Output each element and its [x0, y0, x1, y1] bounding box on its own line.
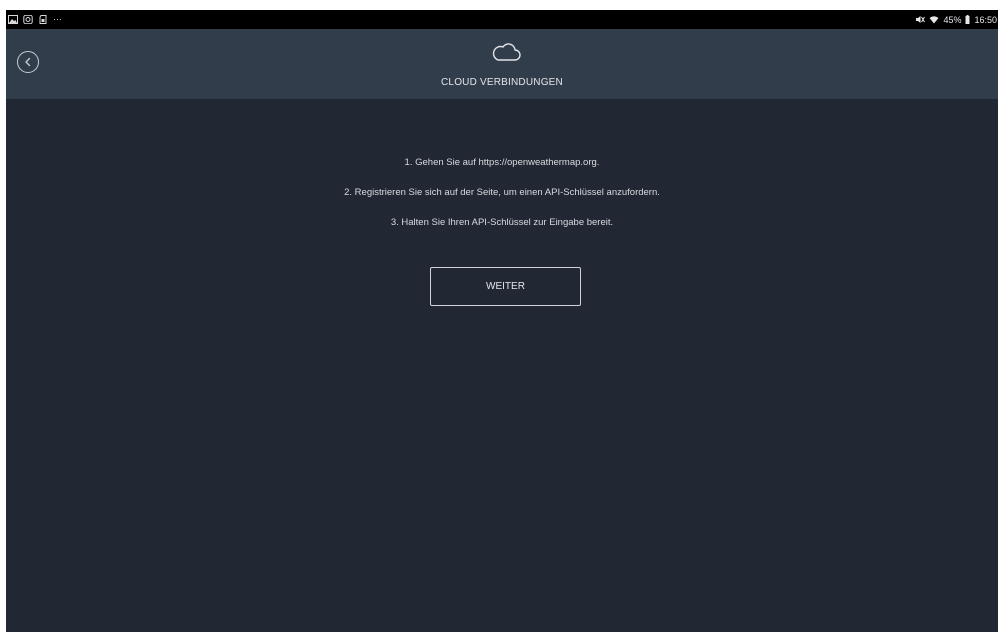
battery-percent: 45% — [943, 14, 962, 25]
status-time: 16:50 — [974, 14, 997, 25]
gallery-icon — [8, 15, 18, 24]
instagram-icon — [23, 15, 33, 24]
cloud-icon — [492, 43, 521, 61]
app-screen: ··· 45% 16:50 CLOUD VERBINDUNGEN 1. Gehe… — [6, 10, 998, 632]
back-button[interactable] — [17, 51, 39, 73]
next-button[interactable]: WEITER — [430, 267, 581, 306]
battery-icon — [965, 15, 970, 24]
instruction-step-2: 2. Registrieren Sie sich auf der Seite, … — [344, 187, 660, 198]
header-bar: CLOUD VERBINDUNGEN — [6, 29, 998, 99]
next-button-label: WEITER — [486, 281, 525, 292]
wifi-icon — [929, 16, 939, 24]
more-dots-icon: ··· — [53, 14, 62, 24]
status-bar: ··· 45% 16:50 — [6, 10, 998, 29]
status-left-icons: ··· — [6, 15, 62, 24]
instruction-step-3: 3. Halten Sie Ihren API-Schlüssel zur Ei… — [390, 217, 614, 228]
back-arrow-icon — [25, 57, 31, 67]
instruction-step-1: 1. Gehen Sie auf https://openweathermap.… — [404, 157, 600, 168]
page-title: CLOUD VERBINDUNGEN — [441, 77, 563, 88]
sd-card-icon — [39, 15, 47, 24]
status-right-icons: 45% 16:50 — [915, 10, 997, 29]
instructions-list: 1. Gehen Sie auf https://openweathermap.… — [6, 155, 998, 245]
mute-icon — [916, 16, 926, 23]
